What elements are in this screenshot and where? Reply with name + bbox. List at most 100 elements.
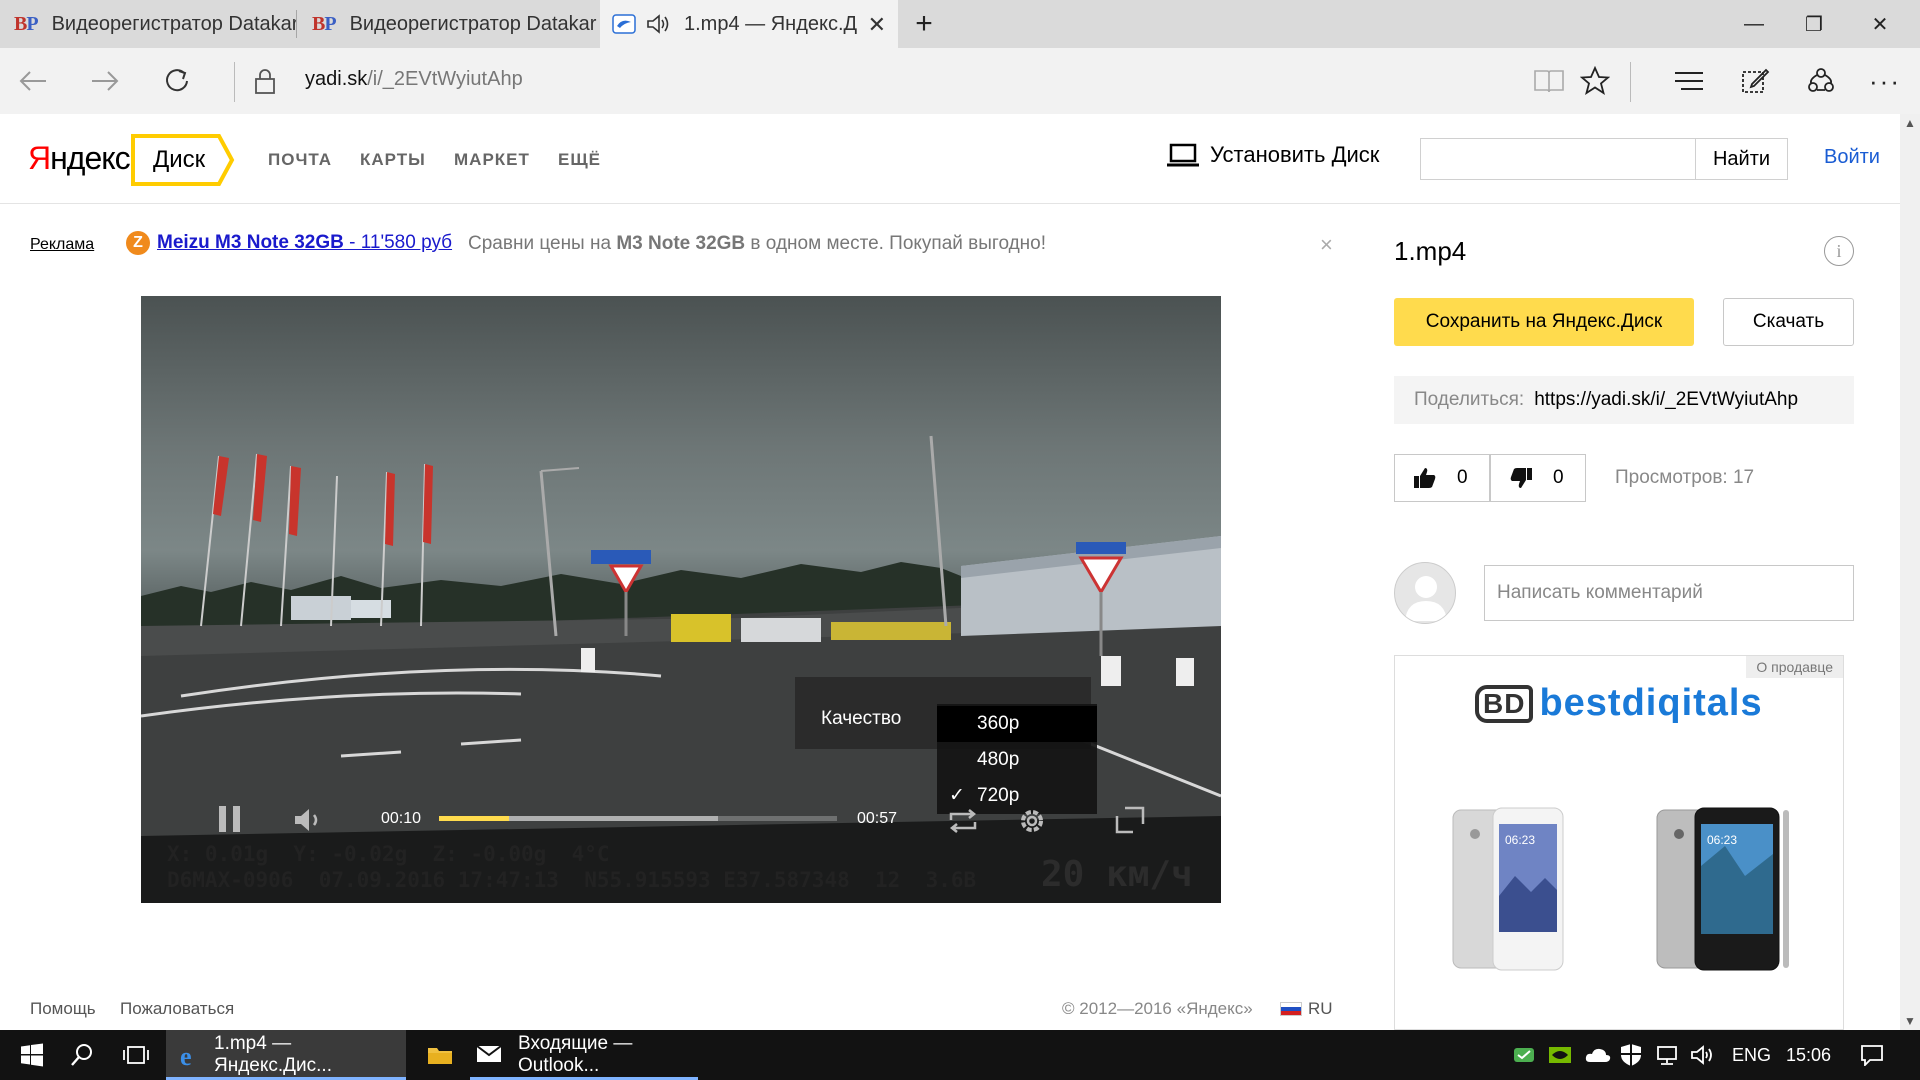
tab-separator [296, 10, 297, 38]
scroll-up-icon[interactable]: ▲ [1904, 116, 1916, 130]
osd-speed: 20 км/ч [1041, 854, 1193, 895]
favorite-star-icon[interactable] [1574, 60, 1616, 102]
input-language[interactable]: ENG [1732, 1030, 1771, 1080]
install-disk-link[interactable]: Установить Диск [1166, 142, 1379, 168]
browser-tab-bar: BP Видеорегистратор Datakar BP Видеореги… [0, 0, 1920, 48]
total-time: 00:57 [857, 810, 898, 827]
settings-gear-icon[interactable] [1017, 806, 1047, 841]
defender-shield-icon[interactable] [1620, 1030, 1642, 1080]
complain-link[interactable]: Пожаловаться [120, 999, 234, 1019]
video-player[interactable]: X: 0.01g Y: -0.02g Z: -0.00g 4°C D6MAX-0… [141, 296, 1221, 903]
volume-icon[interactable] [293, 806, 325, 839]
like-button[interactable]: 0 [1394, 454, 1490, 502]
clock[interactable]: 15:06 [1786, 1030, 1831, 1080]
dislike-button[interactable]: 0 [1490, 454, 1586, 502]
action-center-icon[interactable] [1860, 1030, 1884, 1080]
login-link[interactable]: Войти [1824, 146, 1880, 169]
ad-link[interactable]: Meizu M3 Note 32GB - 11'580 руб [157, 232, 452, 254]
taskbar-edge-label: 1.mp4 — Яндекс.Дис... [214, 1033, 332, 1076]
info-icon[interactable]: i [1824, 236, 1854, 266]
tab-title: Видеорегистратор Datakar [51, 12, 296, 35]
pause-icon[interactable] [217, 804, 243, 839]
refresh-icon[interactable] [156, 60, 198, 102]
bp-favicon-icon: BP [312, 12, 337, 35]
nav-market[interactable]: МАРКЕТ [454, 150, 530, 170]
like-count: 0 [1457, 467, 1468, 488]
taskbar-outlook-app[interactable]: Входящие — Outlook... [470, 1030, 698, 1080]
web-note-icon[interactable] [1734, 60, 1776, 102]
outlook-mail-icon [476, 1044, 502, 1070]
share-url[interactable]: https://yadi.sk/i/_2EVtWyiutAhp [1534, 389, 1798, 411]
ad-close-icon[interactable]: × [1320, 232, 1333, 258]
tab-datakar-1[interactable]: BP Видеорегистратор Datakar [0, 0, 296, 48]
back-arrow-icon[interactable] [12, 60, 54, 102]
speaker-icon[interactable] [646, 13, 670, 35]
share-label: Поделиться: [1414, 389, 1525, 410]
task-view-icon[interactable] [116, 1030, 156, 1080]
ad-favicon-icon: Z [126, 231, 150, 255]
nav-pochta[interactable]: ПОЧТА [268, 150, 332, 170]
user-avatar-icon [1394, 562, 1456, 624]
network-icon[interactable] [1654, 1030, 1680, 1080]
search-button[interactable]: Найти [1695, 138, 1788, 180]
played-bar [439, 816, 509, 821]
fullscreen-icon[interactable] [1115, 806, 1145, 839]
reading-view-icon[interactable] [1528, 60, 1570, 102]
progress-bar[interactable] [439, 816, 837, 821]
tray-chat-icon[interactable] [1512, 1030, 1536, 1080]
tab-title: Видеорегистратор Datakar [349, 12, 597, 35]
download-button[interactable]: Скачать [1723, 298, 1854, 346]
osd-accel-line: X: 0.01g Y: -0.02g Z: -0.00g 4°C [167, 842, 610, 866]
page-scrollbar[interactable]: ▲ ▼ [1900, 114, 1920, 1030]
dislike-count: 0 [1553, 467, 1564, 488]
close-window-button[interactable]: ✕ [1850, 0, 1910, 48]
repeat-icon[interactable] [947, 808, 979, 839]
quality-option-480p[interactable]: 480p [937, 742, 1097, 778]
hub-icon[interactable] [1668, 60, 1710, 102]
scroll-down-icon[interactable]: ▼ [1904, 1014, 1916, 1028]
comment-input[interactable]: Написать комментарий [1484, 565, 1854, 621]
nav-karty[interactable]: КАРТЫ [360, 150, 426, 170]
edge-icon: e [180, 1042, 192, 1071]
volume-tray-icon[interactable] [1690, 1030, 1716, 1080]
new-tab-button[interactable]: + [894, 0, 954, 48]
language-switch[interactable]: RU [1280, 999, 1333, 1019]
taskbar-edge-app[interactable]: e 1.mp4 — Яндекс.Дис... [166, 1030, 406, 1080]
restore-button[interactable]: ❐ [1784, 0, 1844, 48]
taskbar-outlook-label: Входящие — Outlook... [518, 1033, 633, 1076]
share-field[interactable]: Поделиться: https://yadi.sk/i/_2EVtWyiut… [1394, 376, 1854, 424]
ad-description: Сравни цены на M3 Note 32GB в одном мест… [468, 233, 1047, 254]
nvidia-icon[interactable] [1548, 1030, 1572, 1080]
thumbs-down-icon [1509, 466, 1533, 490]
search-input[interactable] [1420, 138, 1696, 180]
toolbar-separator [1630, 62, 1631, 102]
more-dots-icon[interactable]: ··· [1864, 60, 1906, 102]
search-icon[interactable] [62, 1030, 102, 1080]
phone-clock-left: 06:23 [1505, 833, 1535, 847]
nav-eshe[interactable]: ЕЩЁ [558, 150, 601, 170]
start-windows-icon[interactable] [12, 1030, 52, 1080]
tab-title: 1.mp4 — Яндекс.Д [684, 12, 858, 35]
disk-service-badge[interactable]: Диск [131, 134, 235, 186]
save-to-disk-button[interactable]: Сохранить на Яндекс.Диск [1394, 298, 1694, 346]
share-icon[interactable] [1800, 60, 1842, 102]
file-explorer-icon[interactable] [420, 1030, 460, 1080]
quality-options-list: 360p 480p ✓ 720p [937, 704, 1097, 814]
tab-yandex-disk[interactable]: 1.mp4 — Яндекс.Д ✕ [600, 0, 898, 48]
onedrive-cloud-icon[interactable] [1584, 1030, 1612, 1080]
site-header: Яндекс Диск ПОЧТА КАРТЫ МАРКЕТ ЕЩЁ Устан… [0, 114, 1900, 204]
minimize-button[interactable]: — [1724, 0, 1784, 48]
help-link[interactable]: Помощь [30, 999, 96, 1019]
tab-datakar-2[interactable]: BP Видеорегистратор Datakar [298, 0, 598, 48]
quality-option-360p[interactable]: 360p [937, 706, 1097, 742]
url-field[interactable]: yadi.sk/i/_2EVtWyiutAhp [305, 68, 523, 91]
tab-close-icon[interactable]: ✕ [868, 12, 886, 38]
yandex-logo[interactable]: Яндекс [28, 140, 131, 177]
osd-info-line: D6MAX-0906 07.09.2016 17:47:13 N55.91559… [167, 868, 977, 892]
ad-label[interactable]: Реклама [30, 236, 94, 254]
forward-arrow-icon[interactable] [84, 60, 126, 102]
quality-label: Качество [821, 708, 902, 729]
seller-ad-banner[interactable]: О продавце BD bestdiqitals 06:23 06:23 [1394, 655, 1844, 1030]
yandex-disk-favicon-icon [612, 14, 636, 34]
about-seller-label[interactable]: О продавце [1746, 656, 1843, 678]
